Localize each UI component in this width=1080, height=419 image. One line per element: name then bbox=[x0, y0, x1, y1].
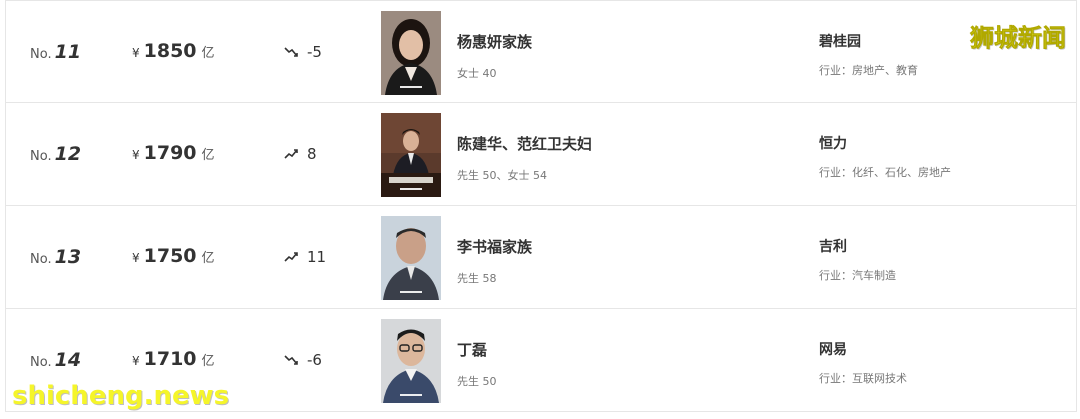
rank-prefix: No. bbox=[30, 149, 52, 164]
person: 杨惠妍家族 女士 40 bbox=[457, 31, 532, 81]
rank-prefix: No. bbox=[30, 252, 52, 267]
company-name[interactable]: 恒力 bbox=[819, 133, 951, 153]
wealth-amount: 1750 bbox=[143, 245, 197, 267]
wealth-amount: 1710 bbox=[143, 348, 197, 370]
wealth-unit: 亿 bbox=[201, 251, 215, 266]
rank-change: -6 bbox=[284, 351, 322, 369]
company-name[interactable]: 吉利 bbox=[819, 236, 896, 256]
wealth-amount: 1850 bbox=[143, 40, 197, 62]
ranking-row[interactable]: No. 11 ¥1850 亿 -5 杨惠妍家族 女士 40 碧桂园 行业：房地产、教… bbox=[5, 0, 1077, 103]
person-info: 先生 58 bbox=[457, 272, 497, 285]
watermark-url: shicheng.news bbox=[12, 381, 230, 411]
rank-change: 8 bbox=[284, 145, 317, 163]
person-name[interactable]: 丁磊 bbox=[457, 339, 497, 360]
person-name[interactable]: 陈建华、范红卫夫妇 bbox=[457, 133, 592, 154]
avatar[interactable] bbox=[381, 216, 441, 300]
rank: No. 12 bbox=[30, 143, 81, 165]
wealth-unit: 亿 bbox=[201, 354, 215, 369]
trend-down-icon bbox=[284, 47, 298, 57]
industry: 行业：汽车制造 bbox=[819, 269, 896, 282]
wealth-unit: 亿 bbox=[201, 46, 215, 61]
wealth-unit: 亿 bbox=[201, 148, 215, 163]
person-info: 先生 50 bbox=[457, 375, 497, 388]
rank: No. 13 bbox=[30, 246, 81, 268]
currency-symbol: ¥ bbox=[132, 46, 140, 60]
rank-change-value: 8 bbox=[307, 145, 317, 163]
rank-number: 13 bbox=[54, 246, 82, 268]
trend-down-icon bbox=[284, 355, 298, 365]
currency-symbol: ¥ bbox=[132, 251, 140, 265]
rank-change-value: -5 bbox=[307, 43, 322, 61]
currency-symbol: ¥ bbox=[132, 354, 140, 368]
trend-up-icon bbox=[284, 252, 298, 262]
currency-symbol: ¥ bbox=[132, 148, 140, 162]
wealth-amount: 1790 bbox=[143, 142, 197, 164]
rank-prefix: No. bbox=[30, 47, 52, 62]
wealth: ¥1850 亿 bbox=[132, 40, 215, 62]
company-name[interactable]: 碧桂园 bbox=[819, 31, 918, 51]
rank-number: 12 bbox=[54, 143, 82, 165]
rank-change-value: 11 bbox=[307, 248, 327, 266]
rank-change: -5 bbox=[284, 43, 322, 61]
industry: 行业：房地产、教育 bbox=[819, 64, 918, 77]
company-name[interactable]: 网易 bbox=[819, 339, 907, 359]
ranking-list: No. 11 ¥1850 亿 -5 杨惠妍家族 女士 40 碧桂园 行业：房地产、教… bbox=[5, 0, 1077, 412]
avatar[interactable] bbox=[381, 319, 441, 403]
industry: 行业：互联网技术 bbox=[819, 372, 907, 385]
company: 恒力 行业：化纤、石化、房地产 bbox=[819, 133, 951, 180]
person-name[interactable]: 杨惠妍家族 bbox=[457, 31, 532, 52]
person-name[interactable]: 李书福家族 bbox=[457, 236, 532, 257]
trend-up-icon bbox=[284, 149, 298, 159]
company: 网易 行业：互联网技术 bbox=[819, 339, 907, 386]
watermark-logo: 狮城新闻 bbox=[970, 24, 1067, 53]
wealth: ¥1790 亿 bbox=[132, 142, 215, 164]
industry: 行业：化纤、石化、房地产 bbox=[819, 166, 951, 179]
company: 碧桂园 行业：房地产、教育 bbox=[819, 31, 918, 78]
rank: No. 14 bbox=[30, 349, 81, 371]
rank-number: 11 bbox=[54, 41, 82, 63]
wealth: ¥1710 亿 bbox=[132, 348, 215, 370]
rank-prefix: No. bbox=[30, 355, 52, 370]
person-info: 先生 50、女士 54 bbox=[457, 169, 547, 182]
wealth: ¥1750 亿 bbox=[132, 245, 215, 267]
person: 陈建华、范红卫夫妇 先生 50、女士 54 bbox=[457, 133, 592, 183]
person: 李书福家族 先生 58 bbox=[457, 236, 532, 286]
avatar[interactable] bbox=[381, 11, 441, 95]
company: 吉利 行业：汽车制造 bbox=[819, 236, 896, 283]
rank-number: 14 bbox=[54, 349, 82, 371]
avatar[interactable] bbox=[381, 113, 441, 197]
ranking-row[interactable]: No. 12 ¥1790 亿 8 陈建华、范红卫夫妇 先生 50、女士 54 恒… bbox=[5, 103, 1077, 206]
ranking-row[interactable]: No. 13 ¥1750 亿 11 李书福家族 先生 58 吉利 行业：汽车制造 bbox=[5, 206, 1077, 309]
rank: No. 11 bbox=[30, 41, 81, 63]
rank-change: 11 bbox=[284, 248, 326, 266]
person-info: 女士 40 bbox=[457, 67, 497, 80]
rank-change-value: -6 bbox=[307, 351, 322, 369]
person: 丁磊 先生 50 bbox=[457, 339, 497, 389]
